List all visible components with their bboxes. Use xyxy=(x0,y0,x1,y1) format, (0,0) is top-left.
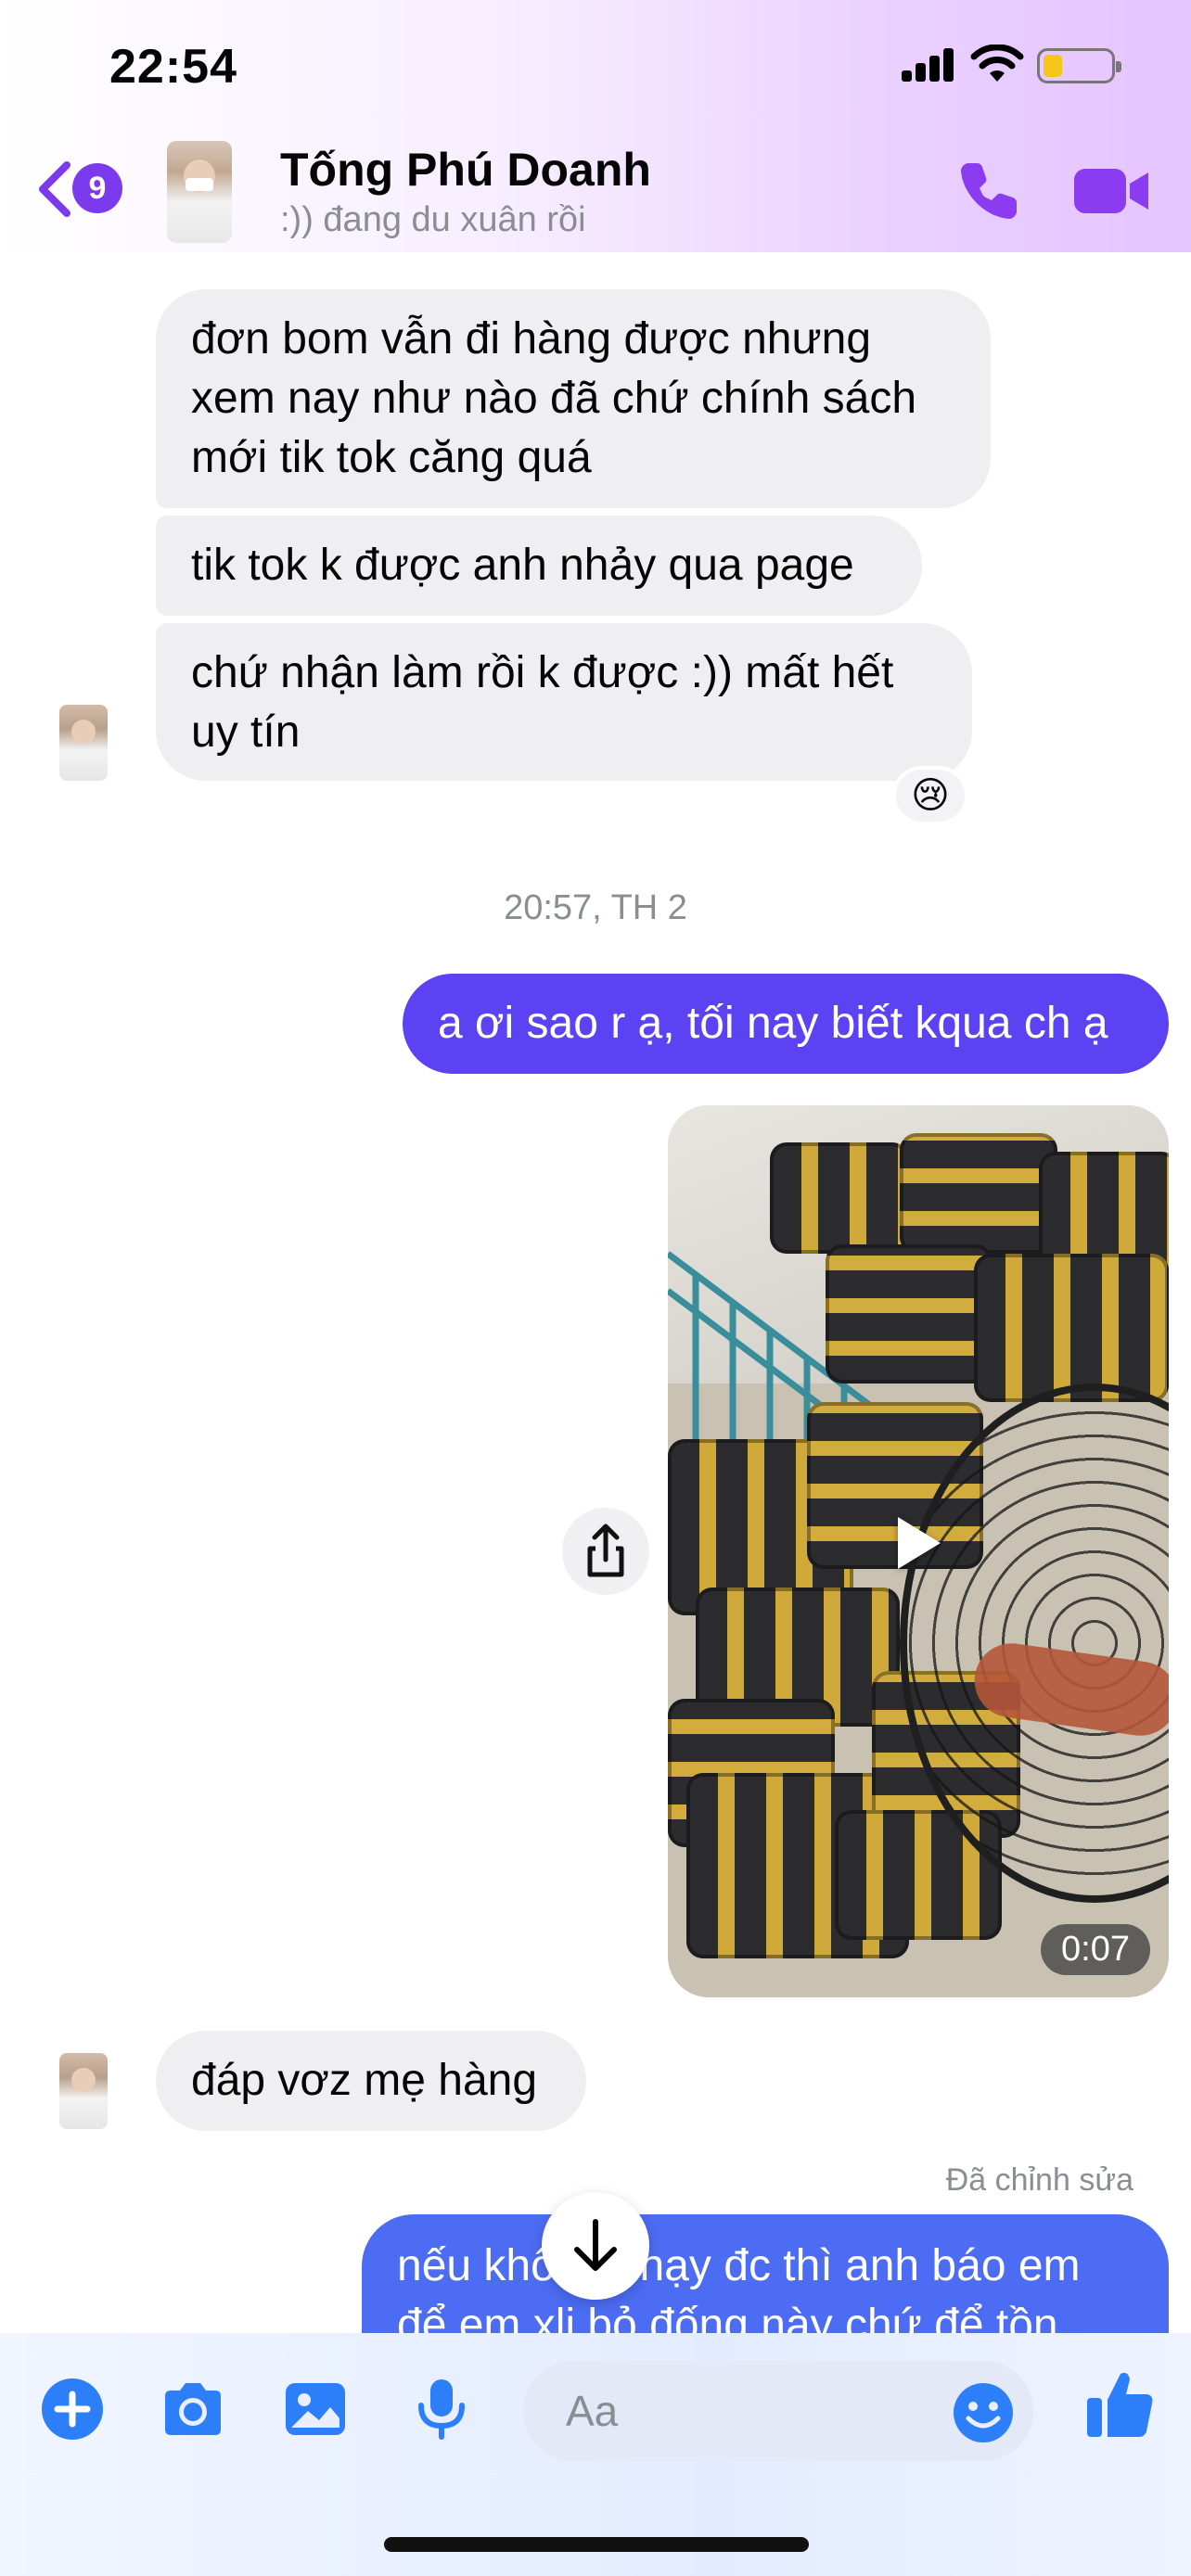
contact-status: :)) đang du xuân rồi xyxy=(280,200,586,239)
package xyxy=(974,1254,1169,1402)
message-line: để em xli bỏ đống này chứ để tồn xyxy=(397,2301,1058,2333)
sender-avatar[interactable] xyxy=(59,2053,108,2129)
scroll-to-bottom-button[interactable] xyxy=(542,2192,649,2300)
sender-avatar[interactable] xyxy=(59,705,108,781)
message-line: xem nay như nào đã chứ chính sách xyxy=(191,374,917,423)
image-icon[interactable] xyxy=(282,2376,349,2442)
package xyxy=(770,1142,909,1254)
message-line: a ơi sao r ạ, tối nay biết kqua ch ạ xyxy=(438,999,1108,1048)
status-time: 22:54 xyxy=(109,40,237,94)
back-chevron-icon[interactable] xyxy=(35,159,72,219)
outgoing-message[interactable]: nếu không chạy đc thì anh báo em để em x… xyxy=(362,2214,1169,2333)
message-line: tik tok k được anh nhảy qua page xyxy=(191,541,854,590)
incoming-message[interactable]: tik tok k được anh nhảy qua page xyxy=(156,516,922,616)
home-indicator xyxy=(384,2537,809,2552)
top-bar: 22:54 9 Tống Phú Doanh :)) đang du xuân … xyxy=(0,0,1191,252)
play-icon[interactable] xyxy=(898,1517,941,1569)
battery-icon xyxy=(1037,48,1121,83)
message-input[interactable] xyxy=(566,2381,918,2441)
incoming-message[interactable]: đơn bom vẫn đi hàng được nhưng xem nay n… xyxy=(156,289,991,508)
thumbs-up-icon[interactable] xyxy=(1085,2366,1156,2441)
share-icon xyxy=(587,1524,624,1577)
message-input-field[interactable] xyxy=(523,2361,1033,2461)
message-line: chứ nhận làm rồi k được :)) mất hết xyxy=(191,648,894,697)
unread-badge[interactable]: 9 xyxy=(72,163,122,213)
microphone-icon[interactable] xyxy=(408,2376,475,2442)
reaction-badge[interactable]: 😢 xyxy=(892,766,968,825)
arrow-down-icon xyxy=(574,2219,617,2271)
wifi-icon xyxy=(970,45,1024,82)
contact-name[interactable]: Tống Phú Doanh xyxy=(280,143,651,197)
message-line: đơn bom vẫn đi hàng được nhưng xyxy=(191,314,872,363)
message-line: mới tik tok căng quá xyxy=(191,433,592,482)
incoming-message[interactable]: chứ nhận làm rồi k được :)) mất hết uy t… xyxy=(156,623,972,781)
plus-icon[interactable] xyxy=(39,2376,106,2442)
package xyxy=(826,1244,992,1384)
outgoing-message[interactable]: a ơi sao r ạ, tối nay biết kqua ch ạ xyxy=(403,974,1169,1074)
phone-icon[interactable] xyxy=(955,158,1022,224)
package xyxy=(900,1133,1057,1254)
incoming-message[interactable]: đáp vơz mẹ hàng xyxy=(156,2031,586,2131)
message-line: uy tín xyxy=(191,708,301,757)
contact-avatar[interactable] xyxy=(167,141,232,243)
edited-label: Đã chỉnh sửa xyxy=(945,2162,1133,2198)
share-button[interactable] xyxy=(562,1508,649,1595)
message-line: nếu không chạy đc thì anh báo em xyxy=(397,2241,1081,2290)
video-message[interactable]: 0:07 xyxy=(668,1105,1169,1997)
video-duration: 0:07 xyxy=(1041,1924,1150,1975)
camera-icon[interactable] xyxy=(160,2376,226,2442)
signal-icon xyxy=(902,48,955,82)
smiley-icon[interactable] xyxy=(952,2381,1015,2444)
message-line: đáp vơz mẹ hàng xyxy=(191,2056,538,2105)
video-camera-icon[interactable] xyxy=(1072,163,1150,219)
message-timestamp: 20:57, TH 2 xyxy=(504,888,687,927)
